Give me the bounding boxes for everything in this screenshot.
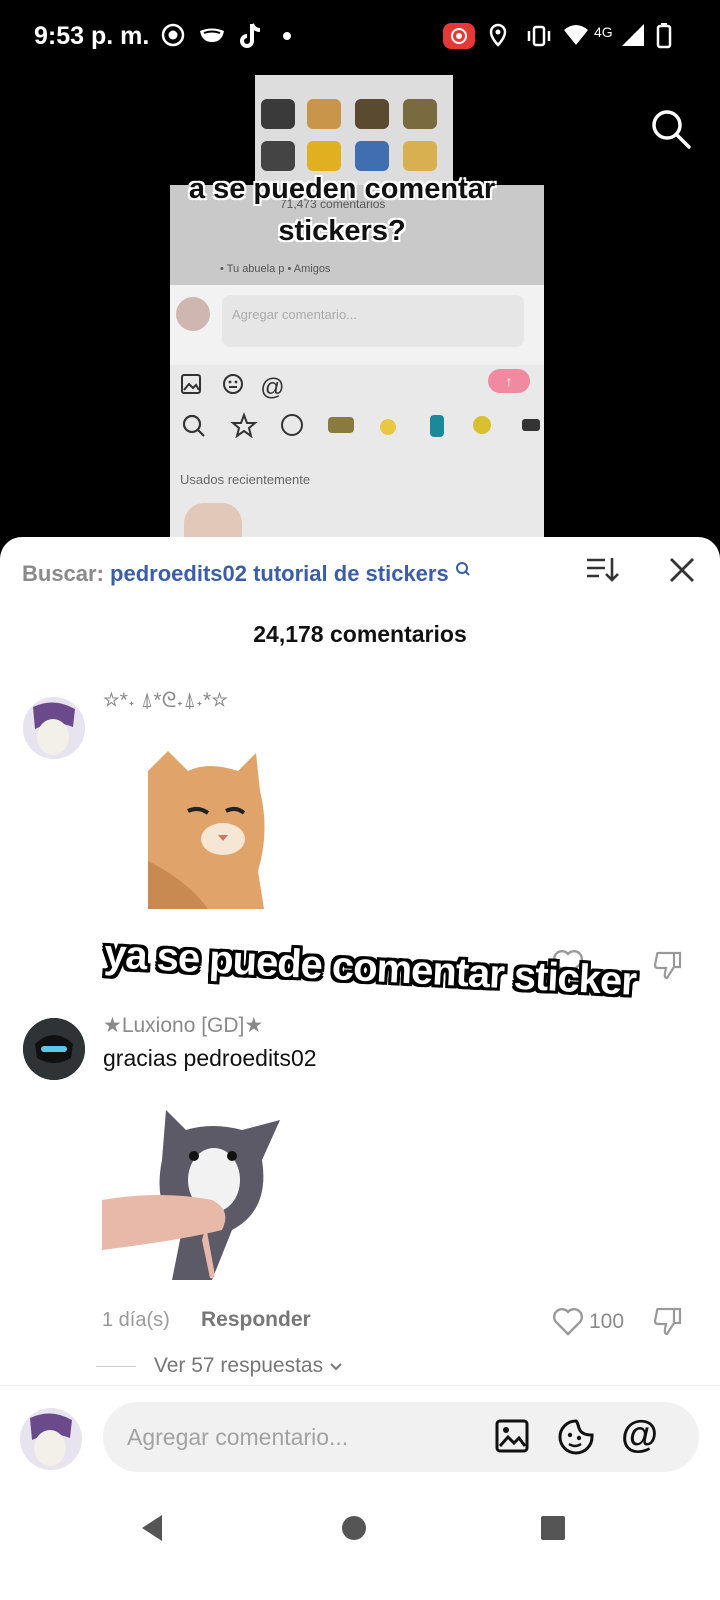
mention-icon: @ bbox=[260, 374, 285, 401]
screen-record-icon bbox=[443, 22, 475, 57]
comment-input[interactable]: Agregar comentario... @ bbox=[103, 1402, 699, 1472]
dot-icon bbox=[282, 22, 292, 55]
divider bbox=[96, 1365, 136, 1367]
inner-subline: • Tu abuela p • Amigos bbox=[220, 263, 331, 275]
inner-comment-input: Agregar comentario... bbox=[222, 295, 524, 347]
inner-recent-label: Usados recientemente bbox=[180, 472, 311, 487]
comment-username[interactable]: ★Luxiono [GD]★ bbox=[103, 1013, 263, 1038]
comment-count: 24,178 comentarios bbox=[253, 621, 467, 647]
status-bar: 9:53 p. m. 4G bbox=[0, 0, 720, 75]
signal-icon bbox=[620, 22, 646, 55]
image-icon[interactable] bbox=[494, 1418, 530, 1459]
battery-icon bbox=[656, 22, 672, 57]
inner-tools: @ bbox=[180, 373, 285, 402]
search-icon[interactable] bbox=[650, 108, 692, 155]
comment-text: gracias pedroedits02 bbox=[103, 1045, 317, 1071]
image-icon bbox=[180, 374, 208, 400]
location-icon bbox=[488, 22, 508, 57]
avatar[interactable] bbox=[23, 1018, 85, 1080]
back-icon[interactable] bbox=[138, 1513, 166, 1548]
network-type: 4G bbox=[594, 24, 613, 40]
sticker-icon[interactable] bbox=[557, 1418, 595, 1461]
wifi-icon bbox=[562, 22, 590, 55]
recents-icon[interactable] bbox=[540, 1515, 566, 1546]
home-icon[interactable] bbox=[341, 1515, 367, 1546]
dislike-icon[interactable] bbox=[652, 1305, 684, 1342]
comment-input-bar: Agregar comentario... @ bbox=[0, 1385, 720, 1496]
chevron-down-icon bbox=[329, 1354, 343, 1377]
comment-username[interactable]: ☆*˖ ⍋*ᘓ˖⍋˖*☆ bbox=[103, 689, 228, 713]
close-icon[interactable] bbox=[667, 555, 697, 590]
inner-avatar bbox=[176, 297, 210, 331]
small-search-icon bbox=[455, 561, 471, 586]
search-label: Buscar: bbox=[22, 561, 104, 586]
status-time: 9:53 p. m. bbox=[34, 22, 150, 50]
cat-smirk-sticker bbox=[148, 751, 268, 914]
emoji-icon bbox=[222, 374, 250, 400]
vibrate-icon bbox=[525, 22, 553, 57]
search-suggestion[interactable]: Buscar: pedroedits02 tutorial de sticker… bbox=[22, 561, 471, 587]
sort-icon[interactable] bbox=[585, 555, 619, 590]
my-avatar bbox=[20, 1408, 82, 1470]
system-nav-bar bbox=[0, 1495, 720, 1600]
comment-time: 1 día(s) bbox=[102, 1309, 170, 1331]
cat-hand-sticker bbox=[102, 1100, 282, 1285]
record-icon bbox=[160, 22, 186, 55]
inner-sticker-tabs bbox=[180, 411, 540, 445]
mask-icon bbox=[198, 22, 226, 55]
inner-send-button: ↑ bbox=[488, 369, 530, 393]
like-icon[interactable] bbox=[552, 1307, 584, 1342]
like-count: 100 bbox=[589, 1310, 625, 1333]
reply-button[interactable]: Responder bbox=[201, 1308, 311, 1332]
view-replies-button[interactable]: Ver 57 respuestas bbox=[96, 1354, 343, 1378]
comment-input-placeholder: Agregar comentario... bbox=[127, 1424, 349, 1450]
tiktok-icon bbox=[238, 22, 264, 57]
search-query-link[interactable]: pedroedits02 tutorial de stickers bbox=[110, 561, 449, 586]
avatar[interactable] bbox=[23, 697, 85, 759]
video-overlay-title: a se pueden comentar stickers? bbox=[188, 173, 496, 247]
mention-icon[interactable]: @ bbox=[621, 1414, 658, 1457]
view-replies-label: Ver 57 respuestas bbox=[153, 1354, 324, 1377]
